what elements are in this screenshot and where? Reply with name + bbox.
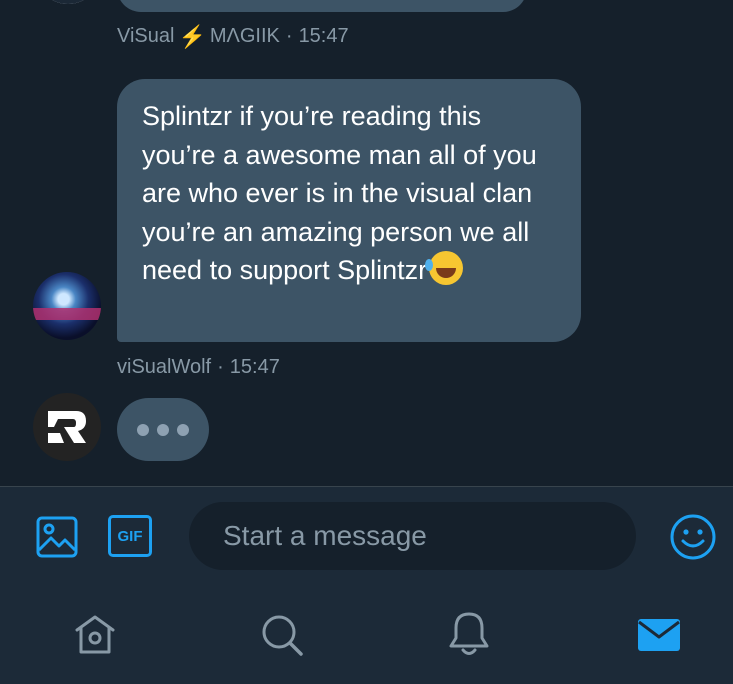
message-meta: ViSual ⚡ MΛGIIK · 15:47 <box>117 25 349 48</box>
image-icon <box>36 516 78 558</box>
meta-separator: · <box>285 25 293 47</box>
nav-messages[interactable] <box>634 612 684 658</box>
nav-home[interactable] <box>70 610 120 660</box>
message-author: viSualWolf <box>117 356 212 378</box>
avatar-banner <box>33 308 101 320</box>
gif-label: GIF <box>117 527 143 545</box>
message-time: 15:47 <box>298 25 349 47</box>
message-meta: viSualWolf · 15:47 <box>117 356 280 379</box>
message-input[interactable] <box>189 502 636 570</box>
message-bubble <box>117 0 527 12</box>
lightning-icon: ⚡ <box>178 23 206 49</box>
typing-indicator <box>117 398 209 461</box>
typing-user-avatar[interactable] <box>33 393 101 461</box>
typing-dot <box>157 423 169 436</box>
rolling-laughing-emoji-icon <box>425 251 464 285</box>
message-bubble: Splintzr if you’re reading this you’re a… <box>117 79 581 342</box>
r-logo-icon <box>48 411 86 443</box>
messages-icon <box>638 619 680 651</box>
gif-button[interactable]: GIF <box>108 515 152 557</box>
message-text: Splintzr if you’re reading this you’re a… <box>142 101 537 285</box>
meta-separator: · <box>217 356 224 378</box>
typing-dot <box>137 423 149 436</box>
image-upload-button[interactable] <box>34 514 80 560</box>
message-author: ViSual <box>117 25 175 47</box>
nav-notifications[interactable] <box>444 608 494 660</box>
message-author-suffix: MΛGIIK <box>209 25 280 47</box>
smiley-icon <box>670 514 716 560</box>
sender-avatar[interactable] <box>36 0 100 4</box>
nav-search[interactable] <box>257 610 307 660</box>
search-icon <box>262 615 303 656</box>
emoji-button[interactable] <box>668 512 718 562</box>
sender-avatar[interactable] <box>33 272 101 340</box>
notifications-icon <box>449 612 489 655</box>
home-icon <box>75 615 115 654</box>
typing-dot <box>177 423 189 436</box>
message-time: 15:47 <box>229 356 280 378</box>
